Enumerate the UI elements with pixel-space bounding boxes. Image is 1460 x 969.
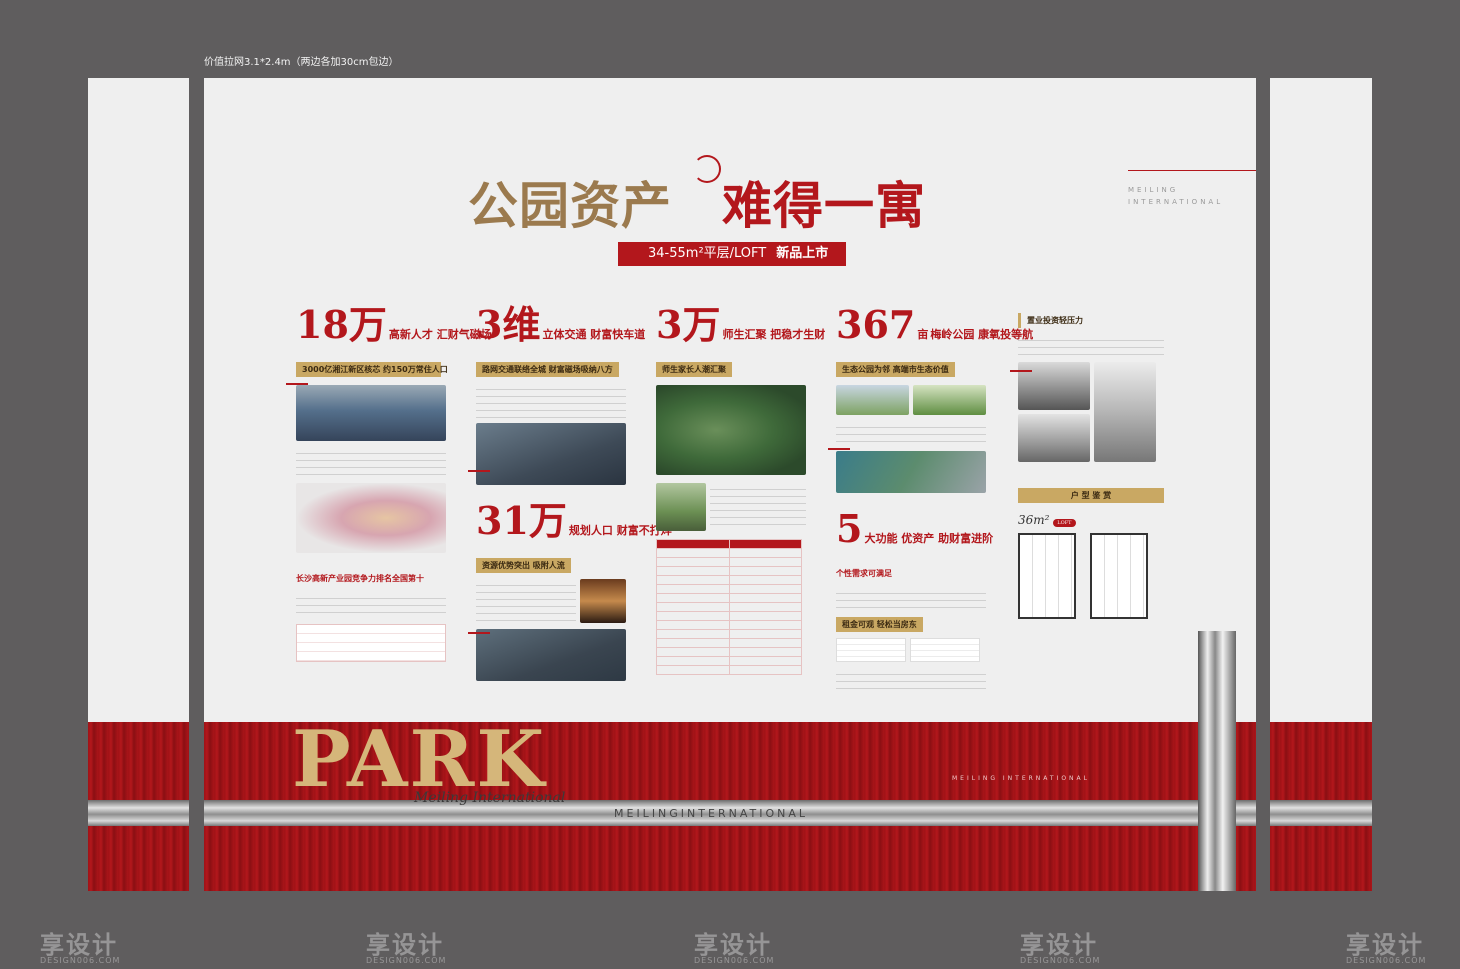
aerial-photo (476, 629, 626, 681)
floor-plans (1018, 533, 1164, 619)
street-photo (580, 579, 626, 623)
brand-line-1: MEILING (1128, 186, 1179, 194)
column-tag: 路网交通联络全城 财富磁场吸纳八方 (476, 362, 619, 377)
park-subtitle: Meiling International (414, 790, 566, 806)
column-tag: 3000亿湘江新区核芯 约150万常住人口 (296, 362, 448, 377)
rent-listing-1 (836, 638, 906, 662)
column-3: 3万 师生汇聚 把稳才生财 师生家长人潮汇聚 (656, 302, 826, 675)
photo-text-row (656, 483, 806, 531)
floor-plan-1 (1018, 533, 1076, 619)
park-photo-row (836, 385, 986, 415)
red-tick (828, 448, 850, 450)
main-panel: 公园资产 难得一寓 34-55m²平层/LOFT 新品上市 MEILING INTE… (204, 78, 1256, 891)
column-tag: 生态公园为邻 高端市生态价值 (836, 362, 955, 377)
text-block (1018, 334, 1164, 356)
watermark-sub: DESIGN006.COM (366, 956, 447, 965)
watermark: 享设计 (694, 931, 772, 959)
city-photo (296, 385, 446, 441)
title-part-1: 公园资产 (468, 176, 672, 235)
brand-line-2: INTERNATIONAL (1128, 198, 1224, 206)
living-photo (1018, 414, 1090, 462)
watermark-sub: DESIGN006.COM (694, 956, 775, 965)
text-block (710, 483, 806, 531)
column-4: 367 亩梅岭公园 康氧投等航 生态公园为邻 高端市生态价值 5 大功能 优资产 助… (836, 302, 1034, 692)
red-tick (468, 470, 490, 472)
column-tag-2: 个性需求可满足 (836, 569, 892, 578)
text-block (836, 587, 986, 609)
students-photo (656, 483, 706, 531)
brand-mark: MEILING INTERNATIONAL (1128, 184, 1223, 208)
red-tick (286, 383, 308, 385)
text-block (296, 447, 446, 477)
watermark: 享设计 (40, 931, 118, 959)
column-tag: 置业投资轻压力 (1018, 313, 1089, 328)
column-1: 18万 高新人才 汇财气磁场 3000亿湘江新区核芯 约150万常住人口 长沙高新… (296, 302, 492, 662)
column-5: 置业投资轻压力 户 型 鉴 赏 36m² LOFT (1018, 308, 1164, 619)
unit-area: 36m² LOFT (1018, 513, 1164, 527)
spec-text: 价值拉网3.1*2.4m（两边各加30cm包边） (204, 57, 399, 68)
stat-number-2: 5 大功能 优资产 助财富进阶 (836, 506, 994, 551)
band-brand-text-2: MEILINGINTERNATIONAL (614, 807, 808, 820)
school-map (656, 385, 806, 475)
rent-row (836, 638, 986, 662)
text-photo-row (476, 579, 626, 623)
plan-tag: 户 型 鉴 赏 (1018, 488, 1164, 503)
text-block (476, 579, 576, 623)
stat-number: 3维 立体交通 财富快车道 (476, 302, 646, 347)
ranking-table (296, 624, 446, 662)
stat-number: 3万 师生汇聚 把稳才生财 (656, 302, 826, 347)
column-tag-3: 租金可观 轻松当房东 (836, 617, 923, 632)
watermark: 享设计 (1346, 931, 1424, 959)
subtitle-bar: 34-55m²平层/LOFT 新品上市 (618, 242, 846, 266)
watermark-sub: DESIGN006.COM (40, 956, 121, 965)
title-ring-decoration (693, 155, 721, 183)
watermark: 享设计 (1020, 931, 1098, 959)
band-brand-text: MEILING INTERNATIONAL (952, 775, 1090, 782)
floor-plan-2 (1090, 533, 1148, 619)
text-block (296, 592, 446, 618)
brand-rule (1128, 170, 1256, 171)
red-tick (468, 632, 490, 634)
kitchen-photo (1094, 362, 1156, 462)
interior-photos (1018, 362, 1164, 462)
title-part-2: 难得一寓 (722, 176, 926, 235)
column-tag-2: 长沙高新产业园竞争力排名全国第十 (296, 574, 424, 583)
left-panel (88, 78, 189, 891)
traffic-map (476, 423, 626, 485)
subtitle-tag: 新品上市 (776, 246, 829, 261)
rent-listing-2 (910, 638, 980, 662)
runner-photo (913, 385, 986, 415)
column-tag-2: 资源优势突出 吸附人流 (476, 558, 571, 573)
school-table (656, 539, 802, 675)
right-panel (1270, 78, 1372, 891)
lake-photo (836, 451, 986, 493)
silver-line (88, 800, 189, 826)
watermark-sub: DESIGN006.COM (1346, 956, 1427, 965)
subtitle-size: 34-55m²平层/LOFT (648, 246, 767, 261)
park-photo (836, 385, 909, 415)
silver-bar (1198, 631, 1236, 891)
text-block (836, 421, 986, 445)
stat-number-2: 31万 规划人口 财富不打烊 (476, 498, 672, 543)
watermark-sub: DESIGN006.COM (1020, 956, 1101, 965)
silver-line (1270, 800, 1372, 826)
text-block (476, 383, 626, 419)
loft-badge: LOFT (1053, 519, 1076, 527)
red-tick (1010, 370, 1032, 372)
district-map (296, 483, 446, 553)
watermark: 享设计 (366, 931, 444, 959)
text-block (836, 668, 986, 692)
column-tag: 师生家长人潮汇聚 (656, 362, 732, 377)
column-2: 3维 立体交通 财富快车道 路网交通联络全城 财富磁场吸纳八方 31万 规划人口 财… (476, 302, 672, 681)
stat-number: 18万 高新人才 汇财气磁场 (296, 302, 492, 347)
stat-number: 367 亩梅岭公园 康氧投等航 (836, 302, 1034, 347)
